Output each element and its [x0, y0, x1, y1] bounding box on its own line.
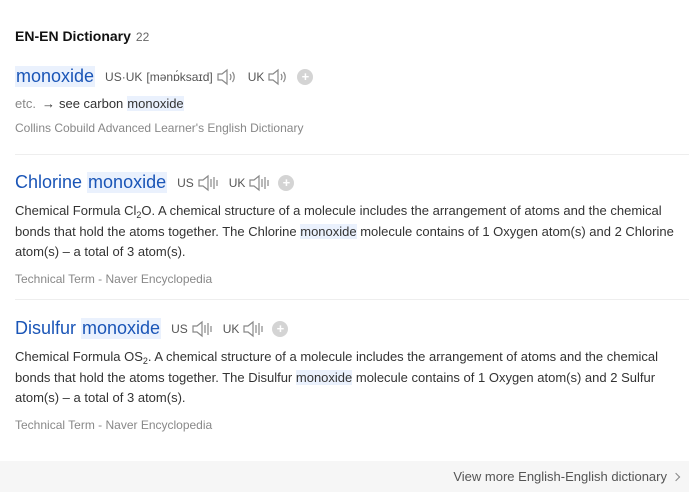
divider: [15, 154, 689, 155]
speaker-icon[interactable]: [242, 320, 264, 338]
pron-us-label: US: [177, 175, 194, 190]
headword-highlight[interactable]: monoxide: [81, 318, 162, 339]
headword-link[interactable]: monoxide: [15, 66, 96, 87]
plus-icon: +: [301, 68, 310, 84]
speaker-icon[interactable]: [197, 174, 219, 192]
headword-link[interactable]: Disulfur monoxide: [15, 318, 162, 339]
section-title: EN-EN Dictionary: [15, 28, 131, 44]
headword-link[interactable]: Chlorine monoxide: [15, 172, 168, 193]
entry-source[interactable]: Collins Cobuild Advanced Learner's Engli…: [15, 121, 689, 135]
arrow-icon: →: [41, 96, 55, 111]
definition-text: Chemical Formula OS2. A chemical structu…: [15, 347, 689, 409]
footer-bar: View more English-English dictionary: [0, 461, 689, 492]
headword-prefix[interactable]: Chlorine: [15, 172, 82, 193]
headword-highlight[interactable]: monoxide: [87, 172, 168, 193]
add-to-wordbook-button[interactable]: +: [272, 320, 289, 337]
definition-highlight: monoxide: [295, 369, 353, 385]
see-text: see carbon: [58, 96, 124, 111]
headword-row: Chlorine monoxide US UK +: [15, 172, 689, 193]
plus-icon: +: [282, 174, 291, 190]
section-header: EN-EN Dictionary 22: [15, 28, 149, 44]
headword-prefix[interactable]: Disulfur: [15, 318, 76, 339]
result-count: 22: [135, 30, 150, 44]
add-to-wordbook-button[interactable]: +: [297, 68, 314, 85]
plus-icon: +: [276, 320, 285, 336]
add-to-wordbook-button[interactable]: +: [278, 174, 295, 191]
headword-row: monoxide US·UK [mənɒ́ksaɪd] UK +: [15, 66, 689, 87]
pron-us-uk-label: US·UK: [105, 69, 143, 84]
definition-text: Chemical Formula Cl2O. A chemical struct…: [15, 201, 689, 263]
speaker-icon[interactable]: [216, 68, 238, 86]
entry-source[interactable]: Technical Term - Naver Encyclopedia: [15, 418, 689, 432]
view-more-label[interactable]: View more English-English dictionary: [453, 469, 667, 484]
pron-uk-label: UK: [222, 321, 240, 336]
speaker-icon[interactable]: [191, 320, 213, 338]
entry-source[interactable]: Technical Term - Naver Encyclopedia: [15, 272, 689, 286]
dictionary-entry: monoxide US·UK [mənɒ́ksaɪd] UK + etc. → …: [15, 66, 689, 135]
divider: [15, 299, 689, 300]
etc-row: etc. → see carbon monoxide: [15, 96, 689, 111]
dictionary-entry: Disulfur monoxide US UK + Chemical Formu…: [15, 318, 689, 432]
speaker-icon[interactable]: [248, 174, 270, 192]
phonetic-text: [mənɒ́ksaɪd]: [146, 69, 213, 84]
pron-uk-label: UK: [247, 69, 265, 84]
chevron-right-icon: [671, 472, 681, 481]
definition-highlight: monoxide: [300, 223, 357, 239]
pron-us-label: US: [171, 321, 188, 336]
pron-uk-label: UK: [228, 175, 246, 190]
etc-label: etc.: [15, 96, 36, 111]
dictionary-entry: Chlorine monoxide US UK + Chemical Formu…: [15, 172, 689, 286]
speaker-icon[interactable]: [267, 68, 289, 86]
definition-part: Chemical Formula Cl: [15, 203, 137, 218]
see-link[interactable]: monoxide: [127, 96, 184, 111]
definition-part: Chemical Formula OS: [15, 349, 143, 364]
headword-row: Disulfur monoxide US UK +: [15, 318, 689, 339]
view-more-link[interactable]: View more English-English dictionary: [453, 469, 681, 484]
headword-text[interactable]: monoxide: [15, 66, 96, 87]
